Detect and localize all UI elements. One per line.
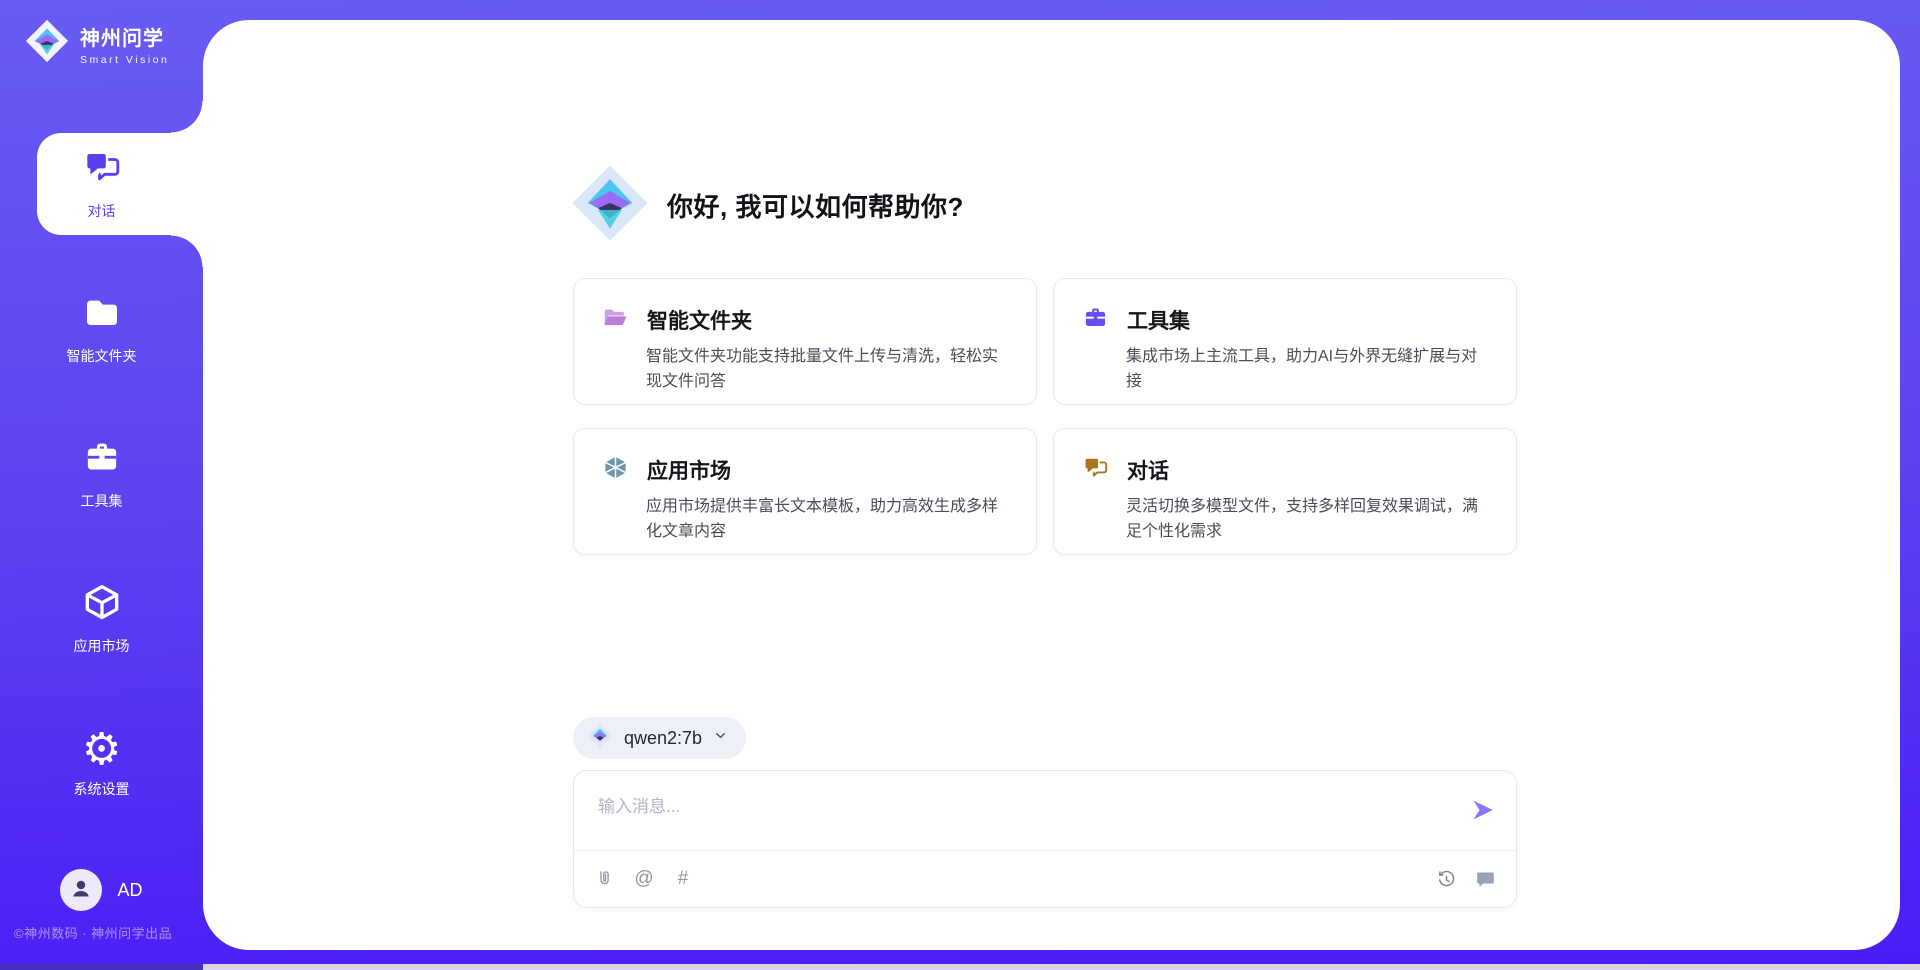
hashtag-icon[interactable]: # <box>672 868 694 890</box>
sidebar-nav: 对话 智能文件夹 工具集 <box>0 133 203 858</box>
feature-cards: 智能文件夹 智能文件夹功能支持批量文件上传与清洗，轻松实现文件问答 工具集 集 <box>573 278 1517 555</box>
open-folder-icon <box>602 304 629 336</box>
toolbox-icon <box>1082 304 1109 336</box>
chevron-down-icon <box>713 728 728 748</box>
user-initials: AD <box>117 880 142 901</box>
feedback-bubble-icon[interactable] <box>1474 868 1496 890</box>
cube-icon <box>82 582 122 627</box>
folder-icon <box>82 292 122 337</box>
gear-icon: ⚙ <box>82 730 121 770</box>
attachment-icon[interactable] <box>594 868 616 890</box>
card-app-market[interactable]: 应用市场 应用市场提供丰富长文本模板，助力高效生成多样化文章内容 <box>573 428 1037 555</box>
card-chat[interactable]: 对话 灵活切换多模型文件，支持多样回复效果调试，满足个性化需求 <box>1053 428 1517 555</box>
card-toolset[interactable]: 工具集 集成市场上主流工具，助力AI与外界无缝扩展与对接 <box>1053 278 1517 405</box>
diamond-logo-icon <box>587 723 613 754</box>
card-description: 集成市场上主流工具，助力AI与外界无缝扩展与对接 <box>1126 345 1488 395</box>
brand-name: 神州问学 <box>80 22 169 51</box>
sidebar-item-label: 智能文件夹 <box>67 346 137 366</box>
model-name: qwen2:7b <box>624 728 702 749</box>
sidebar-item-label: 系统设置 <box>74 779 130 799</box>
sidebar-item-toolset[interactable]: 工具集 <box>0 423 203 525</box>
model-selector[interactable]: qwen2:7b <box>573 717 746 759</box>
user-account[interactable]: AD <box>0 869 203 911</box>
greeting-title: 你好, 我可以如何帮助你? <box>667 187 964 224</box>
main-panel: 你好, 我可以如何帮助你? 智能文件夹 智能文件夹功能支持批量文件上传与清洗，轻… <box>203 20 1900 950</box>
card-description: 智能文件夹功能支持批量文件上传与清洗，轻松实现文件问答 <box>646 345 1008 395</box>
chat-bubbles-icon <box>1082 454 1109 486</box>
brand-subtitle: Smart Vision <box>80 54 169 66</box>
avatar <box>60 869 102 911</box>
card-smart-folder[interactable]: 智能文件夹 智能文件夹功能支持批量文件上传与清洗，轻松实现文件问答 <box>573 278 1037 405</box>
card-description: 应用市场提供丰富长文本模板，助力高效生成多样化文章内容 <box>646 495 1008 545</box>
copyright-text: ©神州数码 · 神州问学出品 <box>14 923 172 942</box>
sidebar-item-smart-folder[interactable]: 智能文件夹 <box>0 278 203 380</box>
horizontal-scrollbar[interactable] <box>0 964 1920 970</box>
greeting: 你好, 我可以如何帮助你? <box>569 160 964 251</box>
card-title: 工具集 <box>1127 305 1190 335</box>
card-title: 智能文件夹 <box>647 305 752 335</box>
history-icon[interactable] <box>1435 868 1457 890</box>
sidebar: 神州问学 Smart Vision 对话 智能文件夹 <box>0 0 203 970</box>
sidebar-item-settings[interactable]: ⚙ 系统设置 <box>0 713 203 815</box>
sidebar-item-label: 应用市场 <box>74 636 130 656</box>
brand: 神州问学 Smart Vision <box>24 18 169 69</box>
message-composer: @ # <box>573 770 1517 908</box>
toolbox-icon <box>82 437 122 482</box>
sidebar-item-label: 工具集 <box>81 491 123 511</box>
card-description: 灵活切换多模型文件，支持多样回复效果调试，满足个性化需求 <box>1126 495 1488 545</box>
diamond-logo-icon <box>569 160 651 251</box>
send-icon[interactable] <box>1470 797 1496 823</box>
cube-grid-icon <box>602 454 629 486</box>
person-icon <box>69 876 93 905</box>
card-title: 应用市场 <box>647 455 731 485</box>
card-title: 对话 <box>1127 455 1169 485</box>
sidebar-item-chat[interactable]: 对话 <box>0 133 203 235</box>
sidebar-item-label: 对话 <box>88 201 116 221</box>
diamond-logo-icon <box>24 18 70 69</box>
chat-bubbles-icon <box>82 147 122 192</box>
mention-icon[interactable]: @ <box>633 868 655 890</box>
message-input[interactable] <box>598 787 1438 827</box>
sidebar-item-app-market[interactable]: 应用市场 <box>0 568 203 670</box>
